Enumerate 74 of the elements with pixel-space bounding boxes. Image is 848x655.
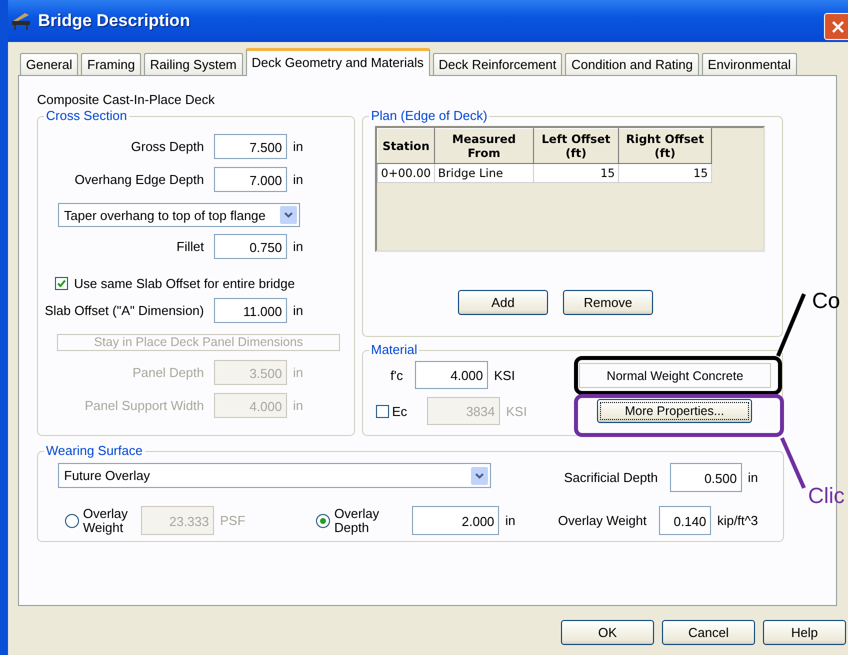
number-field[interactable]: 0.750 (214, 234, 287, 259)
field-label: Overhang Edge Depth (74, 172, 205, 187)
group-title: Plan (Edge of Deck) (370, 109, 488, 123)
unit-label: KSI (494, 368, 515, 382)
checkbox[interactable] (55, 277, 68, 290)
tab[interactable]: General (20, 53, 78, 75)
table-cell: 0+00.00 (378, 164, 434, 182)
number-field[interactable]: 11.000 (214, 298, 287, 323)
column-header: Right Offset (ft) (618, 128, 712, 164)
tab[interactable]: Railing System (144, 53, 243, 75)
field-label: Slab Offset ("A" Dimension) (44, 303, 205, 318)
close-button[interactable] (824, 13, 848, 40)
close-icon (832, 20, 844, 32)
more-properties-button[interactable]: More Properties... (597, 399, 752, 423)
callout-text: Clic (808, 484, 845, 508)
tab[interactable]: Deck Reinforcement (432, 53, 562, 75)
radio-button[interactable] (316, 514, 330, 528)
number-field[interactable]: 2.000 (412, 506, 500, 535)
number-field[interactable]: 7.500 (214, 134, 287, 159)
number-field[interactable]: 0.500 (670, 463, 742, 492)
window-title: Bridge Description (38, 11, 190, 31)
unit-label: in (293, 398, 304, 413)
unit-label: in (293, 172, 304, 187)
table-cell: 15 (534, 164, 618, 182)
table-cell: 15 (618, 164, 712, 182)
unit-label: in (293, 239, 304, 254)
unit-label: in (293, 303, 304, 318)
radio-label: Overlay Weight (83, 506, 129, 534)
group-title: Material (370, 343, 418, 357)
checkbox[interactable] (376, 404, 389, 418)
unit-label: in (293, 139, 304, 154)
dialog-button[interactable]: Cancel (662, 620, 755, 645)
dropdown[interactable]: Taper overhang to top of top flange (58, 203, 300, 227)
tab[interactable]: Condition and Rating (565, 53, 699, 75)
deck-type-label: Composite Cast-In-Place Deck (37, 92, 216, 109)
column-header: Measured From (434, 128, 534, 164)
dialog-button[interactable]: OK (561, 620, 654, 645)
unit-label: in (293, 365, 304, 380)
tab[interactable]: Framing (81, 53, 141, 75)
field-label: Sacrificial Depth (562, 470, 659, 485)
bridge-icon (10, 11, 32, 31)
section-header: Stay in Place Deck Panel Dimensions (57, 334, 340, 351)
field-label: Overlay Weight (558, 513, 648, 528)
field-label: f'c (389, 368, 404, 382)
field-label: Panel Support Width (84, 398, 205, 413)
number-field[interactable]: 4.000 (415, 361, 488, 389)
plan-button[interactable]: Remove (563, 290, 653, 315)
column-header: Left Offset (ft) (534, 128, 618, 164)
callout-text: Co (812, 289, 840, 313)
column-header: Station (378, 128, 434, 164)
group-title: Wearing Surface (45, 444, 144, 458)
field-label: Panel Depth (131, 365, 205, 380)
field-label: Gross Depth (130, 139, 205, 154)
radio-label: Overlay Depth (334, 506, 380, 534)
leader-line (776, 292, 806, 358)
plan-button[interactable]: Add (458, 290, 548, 315)
table-cell: Bridge Line (434, 164, 534, 182)
unit-label: kip/ft^3 (717, 513, 758, 528)
concrete-type-label: Normal Weight Concrete (579, 363, 771, 388)
unit-label: PSF (220, 513, 246, 528)
number-field[interactable]: 0.140 (658, 506, 712, 535)
checkbox-label: Ec (392, 404, 408, 418)
tab[interactable]: Deck Geometry and Materials (246, 48, 430, 76)
unit-label: in (748, 470, 758, 485)
group-title: Cross Section (45, 109, 128, 123)
number-field[interactable]: 7.000 (214, 167, 287, 192)
radio-button[interactable] (65, 514, 79, 528)
dropdown[interactable]: Future Overlay (58, 463, 491, 488)
dialog-button[interactable]: Help (763, 620, 846, 645)
tab[interactable]: Environmental (702, 53, 797, 75)
unit-label: in (505, 513, 516, 528)
unit-label: KSI (506, 404, 527, 418)
checkbox-label: Use same Slab Offset for entire bridge (74, 276, 295, 291)
field-label: Fillet (176, 239, 205, 254)
